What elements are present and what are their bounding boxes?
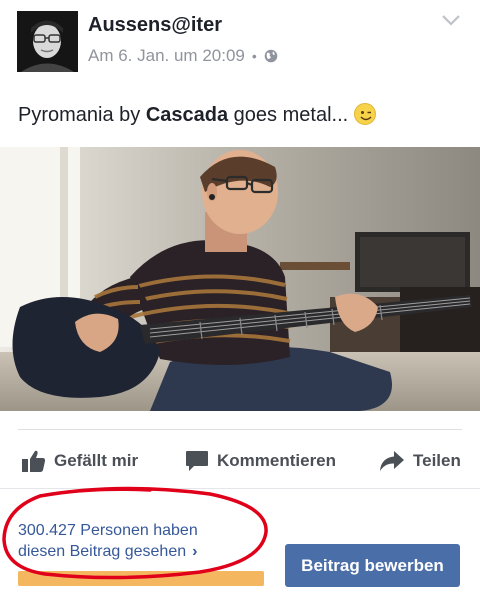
comment-icon (186, 451, 208, 471)
globe-icon (264, 49, 278, 63)
share-label: Teilen (413, 451, 461, 470)
chevron-down-icon[interactable] (440, 12, 462, 28)
like-label: Gefällt mir (54, 451, 139, 470)
thumbs-up-icon (22, 450, 46, 472)
reach-line-1: 300.427 Personen haben (18, 522, 198, 539)
post-text-artist: Cascada (145, 104, 229, 126)
like-button[interactable]: Gefällt mir (21, 447, 138, 475)
comment-button[interactable]: Kommentieren (185, 447, 336, 475)
share-arrow-icon (380, 451, 404, 471)
reach-progress-fill (18, 571, 264, 586)
post-timestamp[interactable]: Am 6. Jan. um 20:09 (88, 46, 245, 66)
post-text-prefix: Pyromania by (18, 104, 146, 126)
post-card: Aussens@iter Am 6. Jan. um 20:09 • Pyrom… (0, 0, 480, 596)
reach-insights-link[interactable]: 300.427 Personen haben diesen Beitrag ge… (18, 520, 198, 562)
meta-separator: • (251, 48, 257, 64)
divider (18, 429, 462, 430)
share-button[interactable]: Teilen (379, 447, 461, 475)
chevron-right-icon: › (192, 543, 198, 560)
boost-post-button[interactable]: Beitrag bewerben (285, 544, 460, 587)
profile-avatar[interactable] (17, 11, 78, 72)
post-text: Pyromania by Cascada goes metal... (18, 103, 377, 127)
author-name[interactable]: Aussens@iter (88, 14, 222, 37)
reach-progress-bar (18, 571, 264, 586)
post-meta: Am 6. Jan. um 20:09 • (88, 46, 278, 66)
video-player[interactable] (0, 147, 480, 411)
reach-line-2: diesen Beitrag gesehen (18, 543, 187, 560)
post-text-suffix: goes metal... (228, 104, 349, 126)
winking-face-icon (354, 103, 377, 125)
divider (0, 488, 480, 489)
comment-label: Kommentieren (217, 451, 337, 470)
